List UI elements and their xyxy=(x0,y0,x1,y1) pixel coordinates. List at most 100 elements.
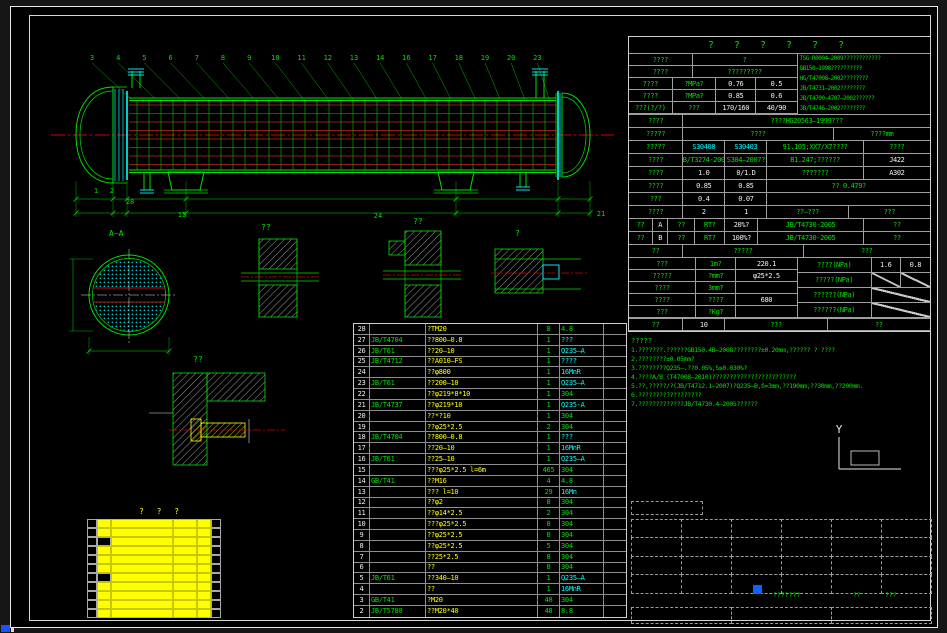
svg-text:17: 17 xyxy=(428,54,436,62)
bom-cell: ??M20*40 xyxy=(426,605,538,617)
bom-cell xyxy=(604,541,626,551)
note-line: 3.????????Q235—.??0.05%,S≤0.030%? xyxy=(631,364,747,372)
bom-cell: 8 xyxy=(538,497,560,508)
title-block-cell: ???? xyxy=(696,294,737,305)
bom-row: 7 ??25*2.5 8 304 xyxy=(354,551,626,563)
title-block-cell: ????HG20563—1999??? xyxy=(770,117,843,125)
bom-cell: JB/T61 xyxy=(370,454,426,464)
bom-row: 24 ??φ800 1 16MnR xyxy=(354,367,626,379)
bom-cell: 16 xyxy=(354,454,370,464)
bom-row: 17 ??20—10 1 16MnR xyxy=(354,443,626,455)
bom-cell: 2 xyxy=(538,421,560,432)
bom-cell xyxy=(604,487,626,497)
bom-row: 20 ??*?10 1 304 xyxy=(354,410,626,422)
svg-text:23: 23 xyxy=(533,54,541,62)
bom-cell xyxy=(604,378,626,388)
bom-cell: ?? xyxy=(426,584,538,595)
standard-reference: GB150—1998?????????? xyxy=(799,65,863,72)
signature-cell xyxy=(630,537,682,557)
nozzle-table-cell xyxy=(111,600,173,609)
bom-row: 14 GB/T41 ??M16 4 4.8 xyxy=(354,475,626,487)
bom-cell xyxy=(604,346,626,356)
title-block-cell: ???? xyxy=(629,206,684,218)
bom-cell: 16MnR xyxy=(560,443,604,454)
bom-row: 12 ??φ2 8 304 xyxy=(354,497,626,509)
title-block-cell xyxy=(900,273,930,287)
bom-cell xyxy=(604,357,626,367)
bom-row: 22 ??φ219*8*10 1 304 xyxy=(354,389,626,400)
bom-cell: Q235-A xyxy=(560,399,604,410)
nozzle-table-row xyxy=(87,573,235,582)
nozzle-table-cell xyxy=(111,546,173,555)
signature-cell xyxy=(880,537,932,557)
nozzle-table-rows xyxy=(87,519,235,618)
title-block-cell: ?? xyxy=(629,232,654,244)
nozzle-table-cell xyxy=(87,600,97,609)
nozzle-table-cell xyxy=(173,519,197,528)
bom-cell: 8.8 xyxy=(560,605,604,617)
bom-cell xyxy=(604,573,626,583)
nozzle-table-cell xyxy=(197,564,211,573)
title-block-cell: ????? xyxy=(683,245,804,257)
svg-text:2: 2 xyxy=(110,187,114,195)
bom-cell xyxy=(370,497,426,508)
title-block-cell: ?? xyxy=(629,219,654,231)
nozzle-table-title: ? ? ? xyxy=(138,507,184,516)
bom-cell: JB/T4704 xyxy=(370,432,426,443)
title-block-cell: ?? xyxy=(629,245,684,257)
nozzle-table-cell xyxy=(97,519,111,528)
svg-text:10: 10 xyxy=(271,54,279,62)
title-block-cell: ??? xyxy=(725,319,828,330)
signature-cell xyxy=(830,606,932,624)
signature-cell xyxy=(830,555,882,575)
bom-cell xyxy=(370,421,426,432)
bom-cell: ??? l=10 xyxy=(426,486,538,497)
bom-cell: 48 xyxy=(538,595,560,605)
bom-row: 16 JB/T61 ??25—10 1 Q235—A xyxy=(354,454,626,465)
title-block-cell: 1m? xyxy=(696,258,737,269)
signature-cell xyxy=(630,518,682,538)
nozzle-table-row xyxy=(87,591,235,600)
note-line: 1.???????.??????GB150.4B—2008????????±0.… xyxy=(631,346,835,354)
nozzle-table-cell xyxy=(211,546,221,555)
bom-cell xyxy=(370,486,426,497)
bom-cell: ??φ219*10 xyxy=(426,399,538,410)
title-block-cell: ??? xyxy=(629,258,697,269)
nozzle-table-cell xyxy=(111,591,173,600)
bom-cell xyxy=(604,563,626,573)
title-block-cell xyxy=(736,306,796,317)
bom-cell: 304 xyxy=(560,530,604,540)
bom-row: 21 JB/T4737 ??φ219*10 1 Q235-A xyxy=(354,399,626,411)
title-block-cell: 0.85 xyxy=(683,180,726,192)
nozzle-table-cell xyxy=(173,555,197,564)
nozzle-table-cell xyxy=(211,573,221,582)
title-block-cell: ??? xyxy=(673,102,717,113)
title-block-cell: B xyxy=(653,232,669,244)
signature-cell xyxy=(730,555,782,575)
bom-cell: 28 xyxy=(354,324,370,334)
bom-cell xyxy=(604,584,626,594)
svg-text:21: 21 xyxy=(597,210,605,218)
nozzle-table-cell xyxy=(111,519,173,528)
nozzle-table-row xyxy=(87,609,235,618)
bom-cell: ???? xyxy=(560,356,604,367)
title-block-row: ??? 1m? 220.1 xyxy=(629,258,797,270)
title-block-cell: ?????(NPa) xyxy=(798,273,872,287)
title-block-cell: ???? xyxy=(629,115,684,127)
title-block: ? ? ? ? ? ??????????????????????? ?MPa? 0.… xyxy=(628,36,931,332)
bom-cell: ??25*2.5 xyxy=(426,551,538,562)
bom-cell: 1 xyxy=(538,345,560,356)
nozzle-table-cell xyxy=(97,582,111,591)
bom-cell xyxy=(604,498,626,508)
title-block-cell: 0.76 xyxy=(716,78,757,89)
svg-text:4: 4 xyxy=(116,54,120,62)
title-block-cell: ???? xyxy=(683,128,834,140)
bom-cell xyxy=(604,443,626,453)
title-block-cell: ??????(NPa) xyxy=(798,303,872,317)
title-block-cell: ???? xyxy=(629,180,684,192)
signature-grid xyxy=(630,518,932,594)
bom-cell: ??φ2 xyxy=(426,497,538,508)
nozzle-table-cell xyxy=(197,537,211,546)
bom-cell: 27 xyxy=(354,334,370,345)
bom-cell: 304 xyxy=(560,508,604,519)
